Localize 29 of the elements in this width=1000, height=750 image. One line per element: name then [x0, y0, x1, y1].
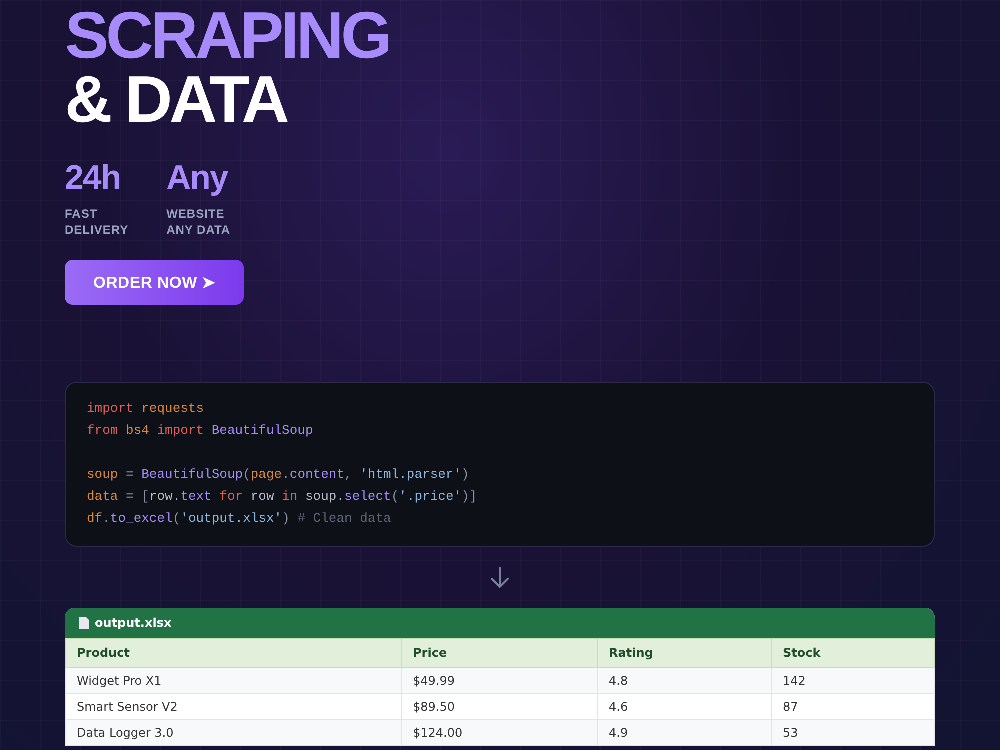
column-header: Stock — [772, 638, 934, 668]
table-cell: $124.00 — [402, 720, 598, 746]
table-cell: 53 — [772, 720, 934, 746]
code-line: data = [row.text for row in soup.select('.price')] — [87, 488, 478, 506]
table-cell: $49.99 — [402, 668, 598, 694]
code-line: soup = BeautifulSoup(page.content, 'html.parser') — [87, 466, 470, 484]
column-header: Product — [66, 638, 402, 668]
stat-label: FAST — [65, 206, 98, 222]
file-icon — [79, 617, 89, 629]
hero-title: & DATA — [65, 68, 288, 130]
stat-value: Any — [166, 160, 228, 196]
stat-value: 24h — [65, 160, 121, 196]
file-name: output.xlsx — [95, 616, 172, 630]
stat-label: ANY DATA — [166, 222, 231, 238]
table-cell: Widget Pro X1 — [66, 668, 402, 694]
code-line: import requests — [87, 400, 204, 418]
column-header: Price — [402, 638, 598, 668]
stat-label: DELIVERY — [65, 222, 129, 238]
column-header: Rating — [598, 638, 772, 668]
table-cell: 142 — [772, 668, 934, 694]
table-cell: 4.9 — [598, 720, 772, 746]
down-arrow-icon — [490, 567, 510, 589]
code-line: from bs4 import BeautifulSoup — [87, 422, 314, 440]
code-line: df.to_excel('output.xlsx') # Clean data — [87, 510, 392, 528]
stat-label: WEBSITE — [166, 206, 225, 222]
table-cell: 4.8 — [598, 668, 772, 694]
order-button[interactable]: ORDER NOW ➤ — [65, 260, 244, 305]
table-cell: Data Logger 3.0 — [66, 720, 402, 746]
hero-title: SCRAPING — [65, 4, 390, 66]
